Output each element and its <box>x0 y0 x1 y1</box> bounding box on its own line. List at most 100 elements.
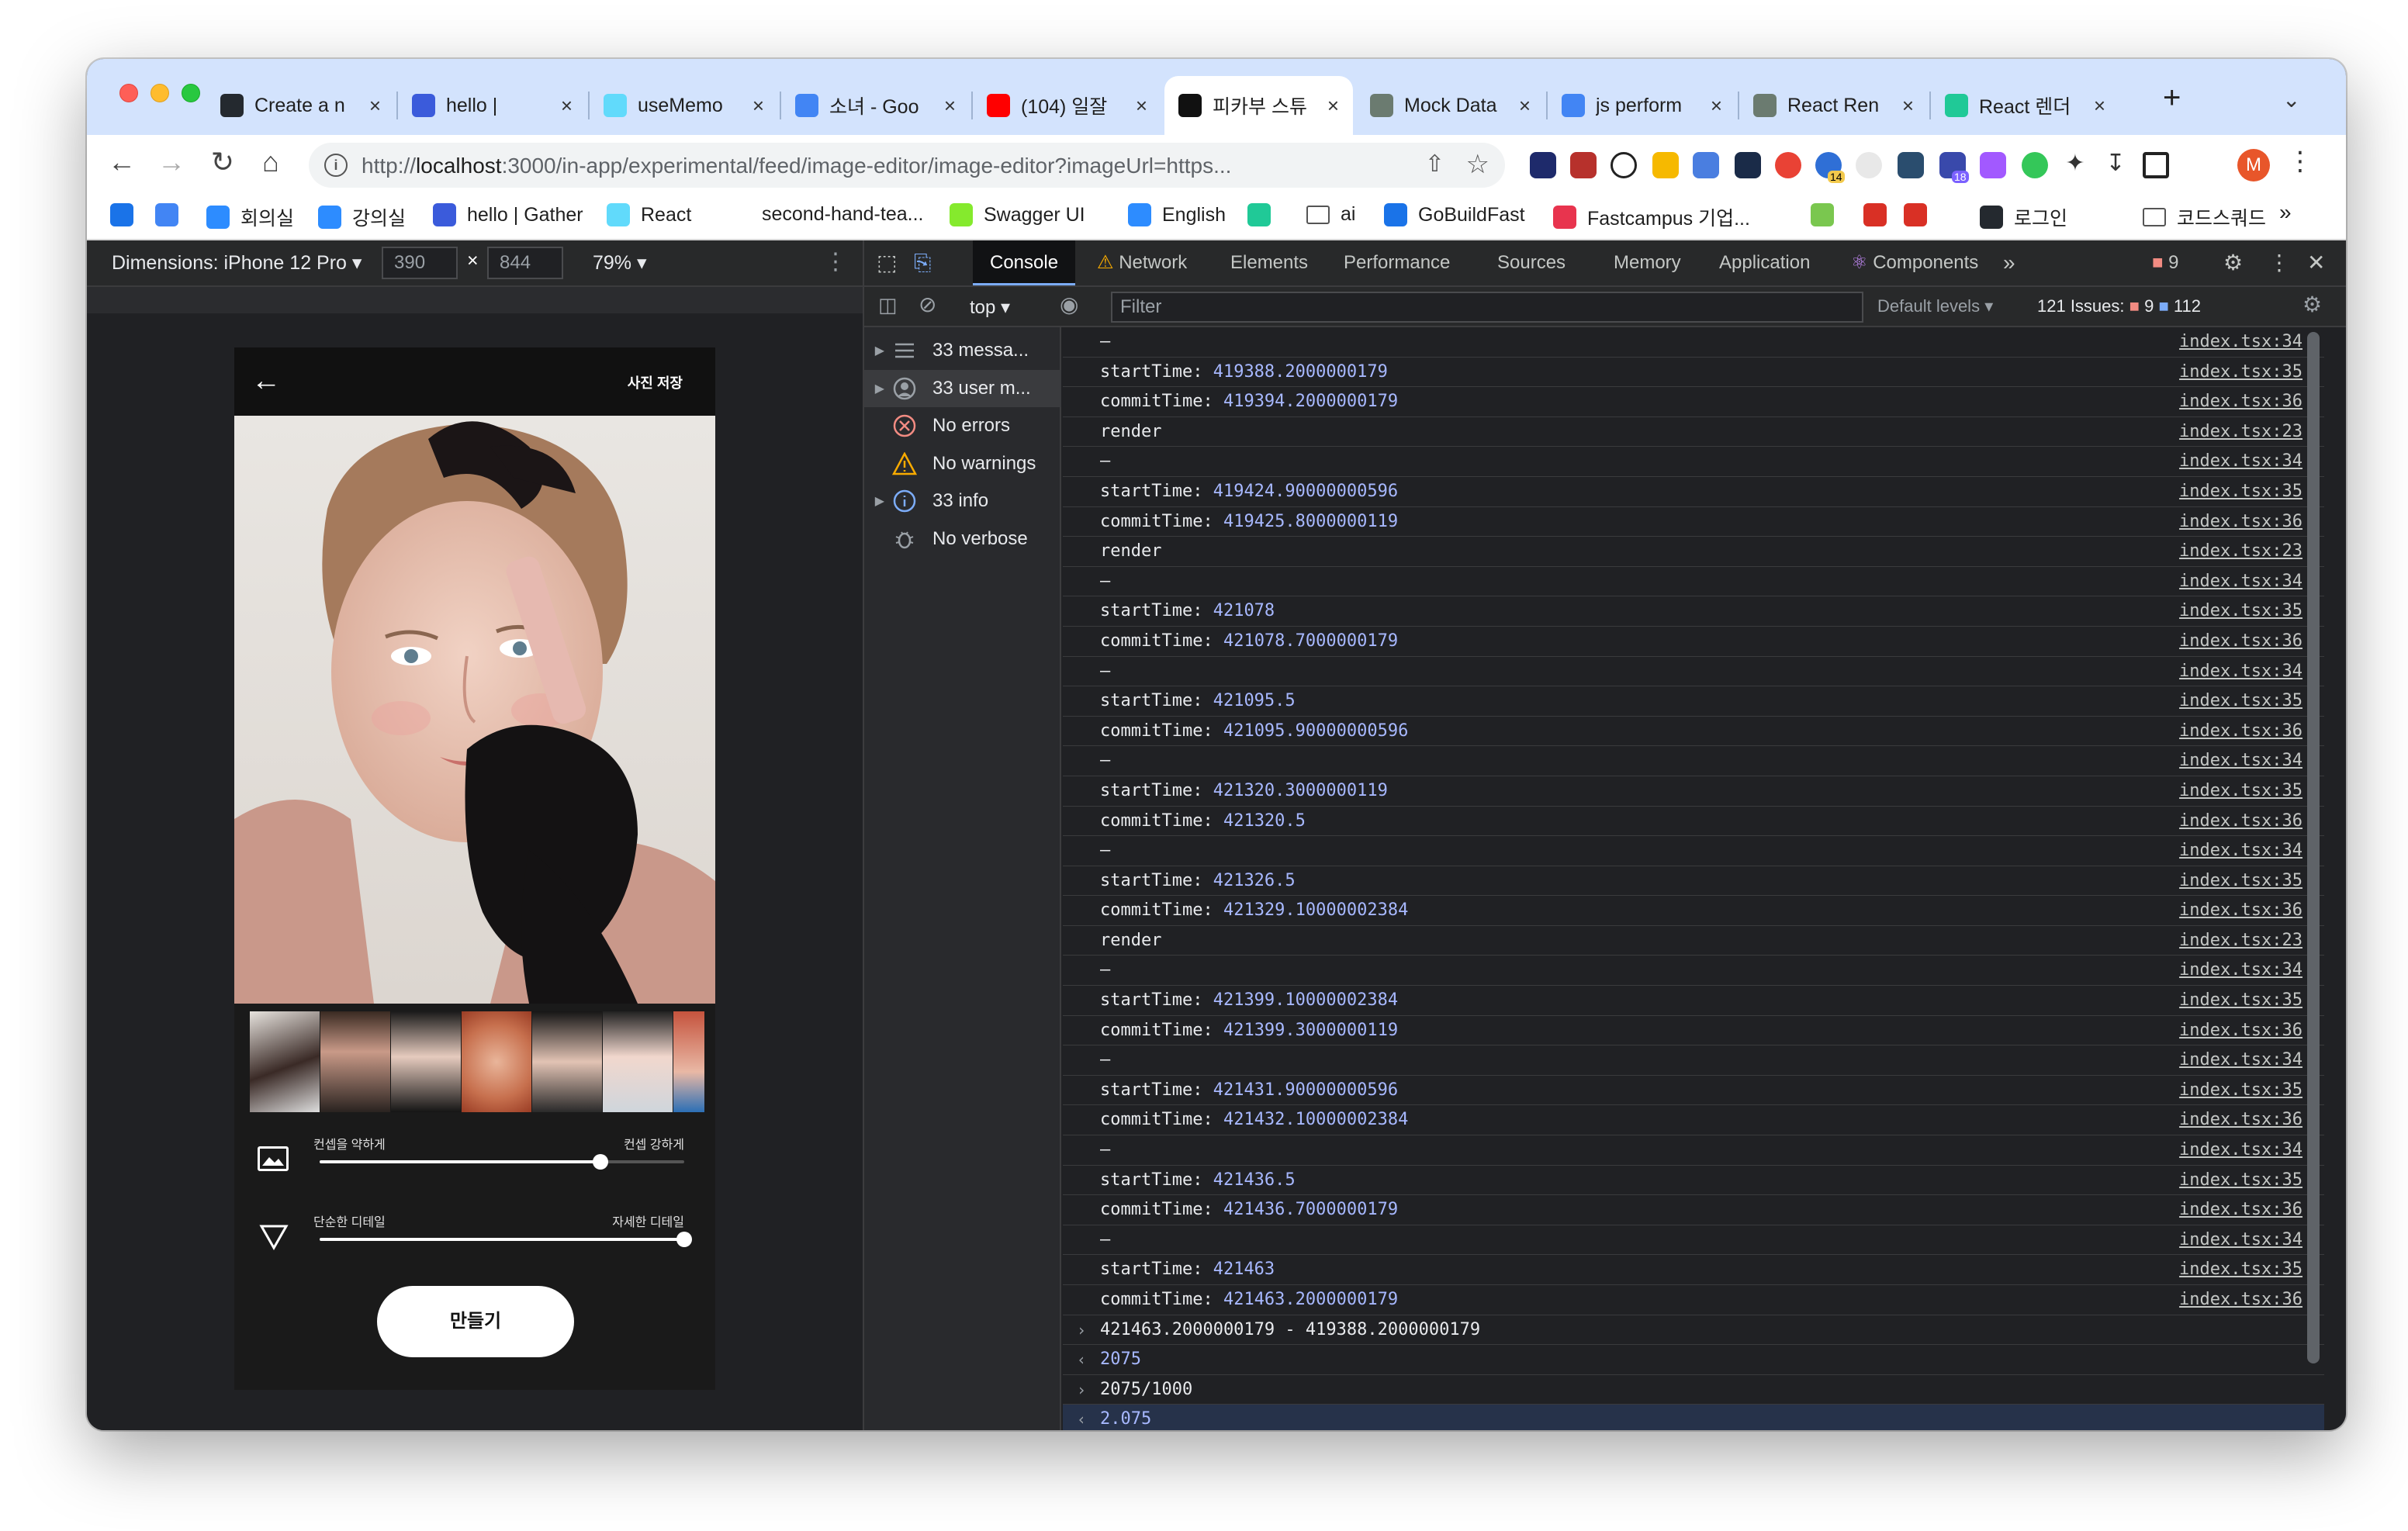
tab[interactable]: React Ren × <box>1739 76 1928 135</box>
save-photo-button[interactable]: 사진 저장 <box>628 372 683 392</box>
clear-console-icon[interactable]: ⊘ <box>919 292 936 317</box>
share-icon[interactable]: ⇧ <box>1425 150 1444 178</box>
source-link[interactable]: index.tsx:35 <box>2179 1166 2302 1195</box>
bookmark-item[interactable] <box>1904 203 1938 226</box>
bookmark-item[interactable]: 로그인 <box>1980 203 2067 231</box>
minimize-window-button[interactable] <box>150 84 169 102</box>
tab-memory[interactable]: Memory <box>1614 240 1681 285</box>
sidebar-item[interactable]: No verbose <box>864 520 1061 558</box>
console-filter-input[interactable]: Filter <box>1111 292 1863 323</box>
reload-icon[interactable]: ↻ <box>203 146 242 178</box>
bookmark-item[interactable] <box>110 203 144 226</box>
source-link[interactable]: index.tsx:36 <box>2179 627 2302 656</box>
thumbnail[interactable] <box>603 1011 673 1112</box>
tab[interactable]: React 렌더 × <box>1931 76 2119 135</box>
live-expression-eye-icon[interactable]: ◉ <box>1060 292 1078 317</box>
extension-cube-icon[interactable] <box>1735 152 1761 178</box>
close-tab-icon[interactable]: × <box>1902 94 1914 118</box>
source-link[interactable]: index.tsx:36 <box>2179 507 2302 537</box>
thumbnail[interactable] <box>320 1011 390 1112</box>
address-bar[interactable]: i http://localhost:3000/in-app/experimen… <box>309 143 1505 188</box>
extension-circle-icon[interactable] <box>1856 152 1882 178</box>
source-link[interactable]: index.tsx:35 <box>2179 1076 2302 1105</box>
zoom-select[interactable]: 79% ▾ <box>593 251 647 275</box>
tab-search-chevron-icon[interactable]: ⌄ <box>2282 87 2300 112</box>
close-devtools-icon[interactable]: ✕ <box>2307 240 2325 285</box>
bookmark-item[interactable]: ai <box>1306 203 1355 226</box>
side-panel-icon[interactable] <box>2143 152 2169 178</box>
bookmark-item[interactable] <box>155 203 189 226</box>
sidebar-item[interactable]: ▶ 33 user m... <box>864 369 1061 407</box>
expand-arrow-icon[interactable]: ▶ <box>864 493 891 509</box>
tab-network[interactable]: ⚠ Network <box>1097 240 1187 285</box>
source-link[interactable]: index.tsx:34 <box>2179 447 2302 476</box>
extensions-puzzle-icon[interactable]: ✦ <box>2062 152 2088 178</box>
close-tab-icon[interactable]: × <box>1711 94 1722 118</box>
source-link[interactable]: index.tsx:34 <box>2179 1045 2302 1075</box>
source-link[interactable]: index.tsx:34 <box>2179 657 2302 686</box>
source-link[interactable]: index.tsx:35 <box>2179 596 2302 626</box>
sidebar-item[interactable]: No errors <box>864 407 1061 444</box>
make-button[interactable]: 만들기 <box>377 1286 574 1357</box>
bookmark-item[interactable]: second-hand-tea... <box>762 203 923 226</box>
thumbnail[interactable] <box>532 1011 602 1112</box>
close-tab-icon[interactable]: × <box>752 94 764 118</box>
source-link[interactable]: index.tsx:34 <box>2179 836 2302 866</box>
devtools-more-icon[interactable]: ⋮ <box>2268 240 2290 285</box>
console-scrollbar[interactable] <box>2307 332 2320 1363</box>
tab[interactable]: useMemo × <box>590 76 778 135</box>
source-link[interactable]: index.tsx:34 <box>2179 956 2302 985</box>
close-window-button[interactable] <box>119 84 138 102</box>
device-height-input[interactable]: 844 <box>487 247 563 279</box>
source-link[interactable]: index.tsx:35 <box>2179 686 2302 716</box>
source-link[interactable]: index.tsx:34 <box>2179 746 2302 776</box>
tab[interactable]: Create a n × <box>206 76 395 135</box>
tab-application[interactable]: Application <box>1719 240 1810 285</box>
bookmark-item[interactable]: 회의실 <box>206 203 294 231</box>
new-tab-button[interactable]: + <box>2163 81 2181 116</box>
sidebar-item[interactable]: ▶ 33 messa... <box>864 332 1061 369</box>
site-info-icon[interactable]: i <box>324 154 348 177</box>
bookmark-star-icon[interactable]: ☆ <box>1466 149 1489 180</box>
source-link[interactable]: index.tsx:36 <box>2179 896 2302 925</box>
bookmark-item[interactable]: English <box>1128 203 1226 226</box>
concept-slider-knob[interactable] <box>592 1154 608 1170</box>
tab[interactable]: (104) 일잘 × <box>973 76 1161 135</box>
profile-avatar[interactable]: M <box>2237 149 2270 181</box>
close-tab-icon[interactable]: × <box>1327 94 1339 118</box>
inspect-element-icon[interactable]: ⬚ <box>877 240 897 285</box>
context-select[interactable]: top ▾ <box>970 296 1010 319</box>
console-settings-gear-icon[interactable]: ⚙ <box>2302 292 2322 317</box>
extension-color-icon[interactable] <box>1775 152 1801 178</box>
zoom-window-button[interactable] <box>182 84 200 102</box>
download-icon[interactable]: ↧ <box>2102 152 2129 178</box>
source-link[interactable]: index.tsx:23 <box>2179 537 2302 566</box>
tab-elements[interactable]: Elements <box>1230 240 1308 285</box>
tab-sources[interactable]: Sources <box>1497 240 1566 285</box>
device-more-icon[interactable]: ⋮ <box>824 248 847 275</box>
detail-slider-knob[interactable] <box>676 1232 692 1247</box>
tab[interactable]: 피카부 스튜 × <box>1164 76 1353 135</box>
close-tab-icon[interactable]: × <box>1136 94 1147 118</box>
bookmark-item[interactable] <box>1863 203 1898 226</box>
source-link[interactable]: index.tsx:34 <box>2179 567 2302 596</box>
source-link[interactable]: index.tsx:35 <box>2179 477 2302 506</box>
bookmark-item[interactable] <box>1811 203 1845 226</box>
thumbnail[interactable] <box>673 1011 704 1112</box>
sidebar-item[interactable]: No warnings <box>864 445 1061 482</box>
source-link[interactable]: index.tsx:36 <box>2179 1195 2302 1225</box>
bookmark-item[interactable]: 코드스쿼드 <box>2143 203 2266 231</box>
source-link[interactable]: index.tsx:36 <box>2179 717 2302 746</box>
extension-search-icon[interactable] <box>1611 152 1637 178</box>
sidebar-item[interactable]: ▶ 33 info <box>864 482 1061 520</box>
device-toggle-icon[interactable]: ⎘ <box>914 240 931 285</box>
source-link[interactable]: index.tsx:36 <box>2179 387 2302 416</box>
source-link[interactable]: index.tsx:35 <box>2179 1255 2302 1284</box>
back-arrow-icon[interactable]: ← <box>251 365 281 398</box>
thumbnail[interactable] <box>462 1011 531 1112</box>
expand-arrow-icon[interactable]: ▶ <box>864 381 891 396</box>
close-tab-icon[interactable]: × <box>369 94 381 118</box>
device-dimensions-select[interactable]: Dimensions: iPhone 12 Pro ▾ <box>112 251 362 275</box>
source-link[interactable]: index.tsx:23 <box>2179 926 2302 956</box>
sidebar-toggle-icon[interactable]: ◫ <box>878 293 898 317</box>
